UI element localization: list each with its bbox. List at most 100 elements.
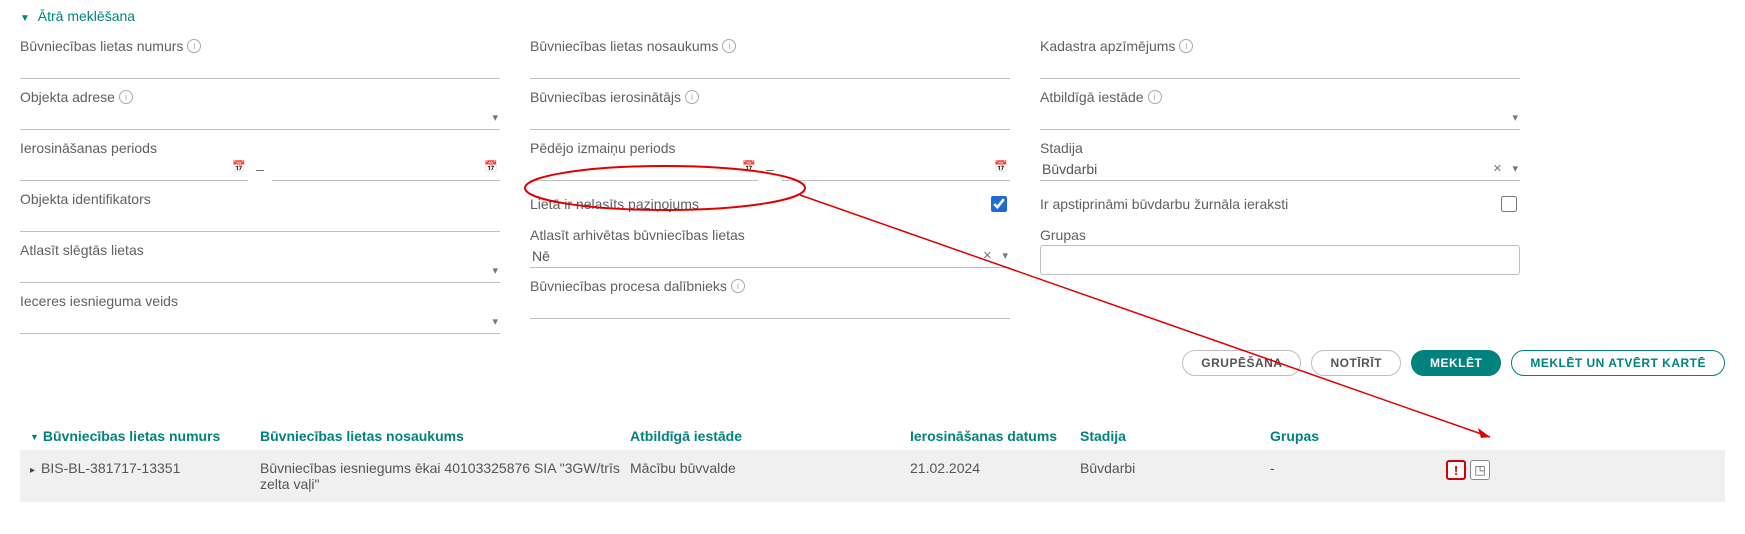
caret-down-icon: ▼ (20, 13, 30, 24)
select-archived[interactable] (530, 245, 1010, 268)
group-button[interactable]: Grupēšana (1182, 350, 1301, 376)
label-auth: Atbildīgā iestāde i (1040, 89, 1520, 105)
cell-number: BIS-BL-381717-13351 (30, 460, 260, 476)
label-object-id: Objekta identifikators (20, 191, 500, 207)
field-kadastra: Kadastra apzīmējums i (1040, 38, 1520, 79)
label-select-closed: Atlasīt slēgtās lietas (20, 242, 500, 258)
calendar-icon[interactable]: 📅 (484, 160, 498, 173)
input-change-period-from[interactable] (530, 158, 758, 181)
input-initiator[interactable] (530, 107, 1010, 130)
label-init-period: Ierosināšanas periods (20, 140, 500, 156)
th-date[interactable]: Ierosināšanas datums (910, 428, 1080, 444)
calendar-icon[interactable]: 📅 (742, 160, 756, 173)
checkbox-approvable[interactable] (1501, 196, 1517, 212)
input-object-id[interactable] (20, 209, 500, 232)
clear-button[interactable]: Notīrīt (1311, 350, 1401, 376)
input-kadastra[interactable] (1040, 56, 1520, 79)
alert-icon[interactable]: ! (1446, 460, 1466, 480)
field-case-number: Būvniecības lietas numurs i (20, 38, 500, 79)
field-object-id: Objekta identifikators (20, 191, 500, 232)
select-intent-type[interactable] (20, 311, 500, 334)
table-header: Būvniecības lietas numurs Būvniecības li… (20, 422, 1725, 450)
cell-date: 21.02.2024 (910, 460, 1080, 476)
select-closed[interactable] (20, 260, 500, 283)
info-icon[interactable]: i (685, 90, 699, 104)
info-icon[interactable]: i (187, 39, 201, 53)
label-intent-type: Ieceres iesnieguma veids (20, 293, 500, 309)
field-object-address: Objekta adrese i ▾ (20, 89, 500, 130)
chevron-down-icon: ▾ (1512, 111, 1518, 124)
search-map-button[interactable]: Meklēt un atvērt kartē (1511, 350, 1725, 376)
input-change-period-to[interactable] (782, 158, 1010, 181)
th-auth[interactable]: Atbildīgā iestāde (630, 428, 910, 444)
action-buttons: Grupēšana Notīrīt Meklēt Meklēt un atvēr… (20, 350, 1725, 376)
info-icon[interactable]: i (731, 279, 745, 293)
cell-groups: - (1270, 460, 1430, 476)
quick-search-toggle[interactable]: ▼ Ātrā meklēšana (20, 8, 1725, 24)
field-participant: Būvniecības procesa dalībnieks i (530, 278, 1010, 319)
label-groups: Grupas (1040, 227, 1520, 243)
th-number[interactable]: Būvniecības lietas numurs (30, 428, 260, 444)
label-kadastra: Kadastra apzīmējums i (1040, 38, 1520, 54)
search-button[interactable]: Meklēt (1411, 350, 1501, 376)
field-intent-type: Ieceres iesnieguma veids ▾ (20, 293, 500, 334)
field-select-closed: Atlasīt slēgtās lietas ▾ (20, 242, 500, 283)
cell-stage: Būvdarbi (1080, 460, 1270, 476)
info-icon[interactable]: i (1179, 39, 1193, 53)
quick-search-label: Ātrā meklēšana (38, 8, 135, 24)
chevron-down-icon: ▾ (492, 315, 498, 328)
input-case-name[interactable] (530, 56, 1010, 79)
field-init-period: Ierosināšanas periods 📅 – 📅 (20, 140, 500, 181)
label-stage: Stadija (1040, 140, 1520, 156)
label-approvable: Ir apstiprināmi būvdarbu žurnāla ierakst… (1040, 196, 1288, 212)
field-auth: Atbildīgā iestāde i ▾ (1040, 89, 1520, 130)
field-case-name: Būvniecības lietas nosaukums i (530, 38, 1010, 79)
chevron-down-icon: ▾ (1002, 249, 1008, 262)
filters-col-2: Būvniecības lietas nosaukums i Būvniecīb… (530, 38, 1010, 334)
th-stage[interactable]: Stadija (1080, 428, 1270, 444)
input-case-number[interactable] (20, 56, 500, 79)
label-object-address: Objekta adrese i (20, 89, 500, 105)
field-stage: Stadija ✕ ▾ (1040, 140, 1520, 181)
label-initiator: Būvniecības ierosinātājs i (530, 89, 1010, 105)
label-case-number: Būvniecības lietas numurs i (20, 38, 500, 54)
info-icon[interactable]: i (722, 39, 736, 53)
checkbox-unread[interactable] (991, 196, 1007, 212)
field-initiator: Būvniecības ierosinātājs i (530, 89, 1010, 130)
input-groups[interactable] (1040, 245, 1520, 275)
info-icon[interactable]: i (1148, 90, 1162, 104)
calendar-icon[interactable]: 📅 (994, 160, 1008, 173)
results-table: Būvniecības lietas numurs Būvniecības li… (20, 422, 1725, 502)
field-approvable-checkbox: Ir apstiprināmi būvdarbu žurnāla ierakst… (1040, 191, 1520, 217)
open-in-new-icon[interactable]: ◳ (1470, 460, 1490, 480)
clear-icon[interactable]: ✕ (1493, 162, 1502, 175)
field-groups: Grupas (1040, 227, 1520, 275)
input-init-period-from[interactable] (20, 158, 248, 181)
field-unread-checkbox: Lietā ir nelasīts paziņojums (530, 191, 1010, 217)
clear-icon[interactable]: ✕ (983, 249, 992, 262)
label-change-period: Pēdējo izmaiņu periods (530, 140, 1010, 156)
input-participant[interactable] (530, 296, 1010, 319)
period-dash: – (256, 161, 264, 181)
cell-auth: Mācību būvvalde (630, 460, 910, 476)
filters-col-1: Būvniecības lietas numurs i Objekta adre… (20, 38, 500, 334)
row-actions: ! ◳ (1430, 460, 1490, 480)
info-icon[interactable]: i (119, 90, 133, 104)
period-dash: – (766, 161, 774, 181)
select-auth[interactable] (1040, 107, 1520, 130)
select-object-address[interactable] (20, 107, 500, 130)
calendar-icon[interactable]: 📅 (232, 160, 246, 173)
filters-grid: Būvniecības lietas numurs i Objekta adre… (20, 38, 1725, 334)
filters-col-3: Kadastra apzīmējums i Atbildīgā iestāde … (1040, 38, 1520, 334)
label-archived: Atlasīt arhivētas būvniecības lietas (530, 227, 1010, 243)
th-groups[interactable]: Grupas (1270, 428, 1430, 444)
th-name[interactable]: Būvniecības lietas nosaukums (260, 428, 630, 444)
label-unread: Lietā ir nelasīts paziņojums (530, 196, 699, 212)
field-archived: Atlasīt arhivētas būvniecības lietas ✕ ▾ (530, 227, 1010, 268)
select-stage[interactable] (1040, 158, 1520, 181)
field-change-period: Pēdējo izmaiņu periods 📅 – 📅 (530, 140, 1010, 181)
table-row[interactable]: BIS-BL-381717-13351 Būvniecības iesniegu… (20, 450, 1725, 502)
input-init-period-to[interactable] (272, 158, 500, 181)
chevron-down-icon: ▾ (492, 264, 498, 277)
cell-name: Būvniecības iesniegums ēkai 40103325876 … (260, 460, 630, 492)
